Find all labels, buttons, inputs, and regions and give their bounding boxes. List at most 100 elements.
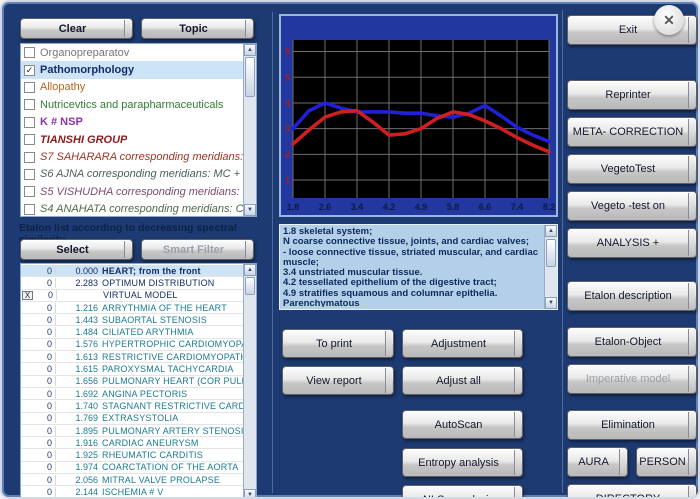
main-window: Clear Topic Organopreparatov ✓Pathomorpho… (0, 0, 700, 499)
topic-list-item[interactable]: K # NSP (21, 114, 243, 131)
etalon-list-row[interactable]: 01.740STAGNANT RESTRICTIVE CARDIOMYOPATH… (21, 400, 243, 412)
divider-left (272, 12, 273, 493)
select-button[interactable]: Select (20, 239, 133, 260)
etalon-list-row[interactable]: 01.613RESTRICTIVE CARDIOMYOPATHY (21, 351, 243, 363)
etalon-list-row[interactable]: 01.895PULMONARY ARTERY STENOSIS (21, 425, 243, 437)
etalon-list-row[interactable]: 01.216ARRYTHMIA OF THE HEART (21, 302, 243, 314)
smart-filter-button[interactable]: Smart Filter (141, 239, 254, 260)
spectral-similarity-value: 1.613 (56, 352, 102, 362)
etalon-list-row[interactable]: 01.925RHEUMATIC CARDITIS (21, 449, 243, 461)
topic-list-item[interactable]: TIANSHI GROUP (21, 131, 243, 148)
elimination-button[interactable]: Elimination (567, 410, 697, 440)
etalon-list-row[interactable]: 02.144ISCHEMIA # V (21, 486, 243, 498)
close-icon[interactable]: ✕ (654, 5, 684, 35)
spectral-similarity-value: 1.692 (56, 389, 102, 399)
etalon-list-row[interactable]: 01.576HYPERTROPHIC CARDIOMYOPATHY (21, 339, 243, 351)
topic-list-item[interactable]: S5 VISHUDHA corresponding meridians: P +… (21, 183, 243, 200)
row-count: 0 (32, 413, 56, 423)
topic-list-item[interactable]: Organopreparatov (21, 44, 243, 61)
topic-list-item[interactable]: S4 ANAHATA corresponding meridians: C + … (21, 201, 243, 216)
aura-button[interactable]: AURA (567, 447, 628, 477)
description-line: 4.9 stratifies squamous and columnar epi… (283, 289, 541, 307)
scroll-down-button[interactable]: ▼ (244, 204, 256, 216)
scroll-up-button[interactable]: ▲ (545, 225, 557, 237)
checkbox-icon[interactable] (24, 152, 35, 163)
clear-button[interactable]: Clear (20, 18, 133, 39)
etalon-list-row[interactable]: 01.656PULMONARY HEART (COR PULMONALE) (21, 376, 243, 388)
etalon-list-row[interactable]: X0VIRTUAL MODEL (21, 290, 243, 302)
vegeto-test-on-button[interactable]: Vegeto -test on (567, 191, 697, 221)
checkbox-icon[interactable] (24, 204, 35, 215)
etalon-list-row[interactable]: 02.056MITRAL VALVE PROLAPSE (21, 474, 243, 486)
checkbox-icon[interactable] (24, 82, 35, 93)
description-scrollbar[interactable]: ▲ ▼ (544, 225, 557, 309)
topic-list-item[interactable]: S7 SAHARARA corresponding meridians: VC … (21, 148, 243, 165)
row-count: 0 (32, 303, 56, 313)
scroll-up-button[interactable]: ▲ (244, 44, 256, 56)
etalon-name: CARDIAC ANEURYSM (102, 438, 243, 448)
topic-button[interactable]: Topic (141, 18, 254, 39)
etalon-object-button[interactable]: Etalon-Object (567, 327, 697, 357)
to-print-button[interactable]: To print (282, 329, 394, 358)
scrollbar-thumb[interactable] (245, 57, 255, 97)
etalon-list-row[interactable]: 01.916CARDIAC ANEURYSM (21, 437, 243, 449)
checkbox-icon[interactable] (24, 47, 35, 58)
etalon-list-row[interactable]: 01.692ANGINA PECTORIS (21, 388, 243, 400)
topic-list-item[interactable]: Allopathy (21, 79, 243, 96)
autoscan-button[interactable]: AutoScan (402, 410, 523, 439)
checkbox-icon[interactable] (24, 117, 35, 128)
etalon-name: VIRTUAL MODEL (103, 290, 243, 300)
adjustment-button[interactable]: Adjustment (402, 329, 523, 358)
scrollbar-thumb[interactable] (245, 277, 255, 295)
etalon-list-row[interactable]: 01.484CILIATED ARYTHMIA (21, 326, 243, 338)
description-box: 1.8 skeletal system;N coarse connective … (279, 224, 558, 310)
adjust-all-button[interactable]: Adjust all (402, 366, 523, 395)
etalon-list-row[interactable]: 01.443SUBAORTAL STENOSIS (21, 314, 243, 326)
etalon-description-button[interactable]: Etalon description (567, 281, 697, 311)
x-tick-label: 4.9 (415, 202, 428, 212)
row-count: 0 (32, 462, 56, 472)
nls-analysis-button[interactable]: NLS - analysis (402, 485, 523, 499)
arrow-down-icon: ▼ (548, 300, 554, 306)
arrow-up-icon: ▲ (247, 47, 253, 53)
spectral-similarity-value: 1.484 (56, 327, 102, 337)
view-report-button[interactable]: View report (282, 366, 394, 395)
spectral-similarity-value: 1.740 (56, 401, 102, 411)
topic-list-item[interactable]: S6 AJNA corresponding meridians: MC + TR… (21, 166, 243, 183)
topic-label: Allopathy (40, 81, 85, 93)
etalon-list-row[interactable]: 00.000HEART; from the front (21, 265, 243, 277)
directory-button[interactable]: DIRECTORY (567, 484, 697, 499)
etalon-list-row[interactable]: 01.974COARCTATION OF THE AORTA (21, 462, 243, 474)
etalon-name: OPTIMUM DISTRIBUTION (102, 278, 243, 288)
x-tick-label: 2.6 (319, 202, 332, 212)
etalon-list-row[interactable]: 01.615PAROXYSMAL TACHYCARDIA (21, 363, 243, 375)
checkbox-checked-icon[interactable]: ✓ (24, 65, 35, 76)
imperative-model-button[interactable]: Imperative model (567, 364, 697, 394)
topic-list-item[interactable]: ✓Pathomorphology (21, 61, 243, 78)
etalon-list-row[interactable]: 02.283OPTIMUM DISTRIBUTION (21, 277, 243, 289)
etalon-list-row[interactable]: 01.769EXTRASYSTOLIA (21, 413, 243, 425)
topic-list-item[interactable]: Nutricevtics and parapharmaceuticals (21, 96, 243, 113)
analysis-plus-button[interactable]: ANALYSIS + (567, 228, 697, 258)
checkbox-icon[interactable] (24, 169, 35, 180)
description-text: 1.8 skeletal system;N coarse connective … (283, 227, 541, 307)
scroll-down-button[interactable]: ▼ (545, 297, 557, 309)
checkbox-icon[interactable] (24, 99, 35, 110)
row-count: 0 (32, 438, 56, 448)
meta-correction-button[interactable]: META- CORRECTION (567, 117, 697, 147)
reprinter-button[interactable]: Reprinter (567, 80, 697, 110)
etalon-scrollbar[interactable]: ▲ ▼ (243, 264, 256, 499)
topic-label: Organopreparatov (40, 47, 129, 59)
scroll-down-button[interactable]: ▼ (244, 489, 256, 499)
checkbox-icon[interactable] (24, 186, 35, 197)
topics-scrollbar[interactable]: ▲ ▼ (243, 44, 256, 216)
vegetotest-button[interactable]: VegetoTest (567, 154, 697, 184)
entropy-analysis-button[interactable]: Entropy analysis (402, 448, 523, 477)
scroll-up-button[interactable]: ▲ (244, 264, 256, 276)
scrollbar-thumb[interactable] (546, 239, 556, 267)
person-button[interactable]: PERSON (636, 447, 697, 477)
row-count: 0 (32, 315, 56, 325)
checkbox-icon[interactable] (24, 134, 35, 145)
y-tick-label: 1 (285, 175, 290, 185)
row-count: 0 (32, 364, 56, 374)
